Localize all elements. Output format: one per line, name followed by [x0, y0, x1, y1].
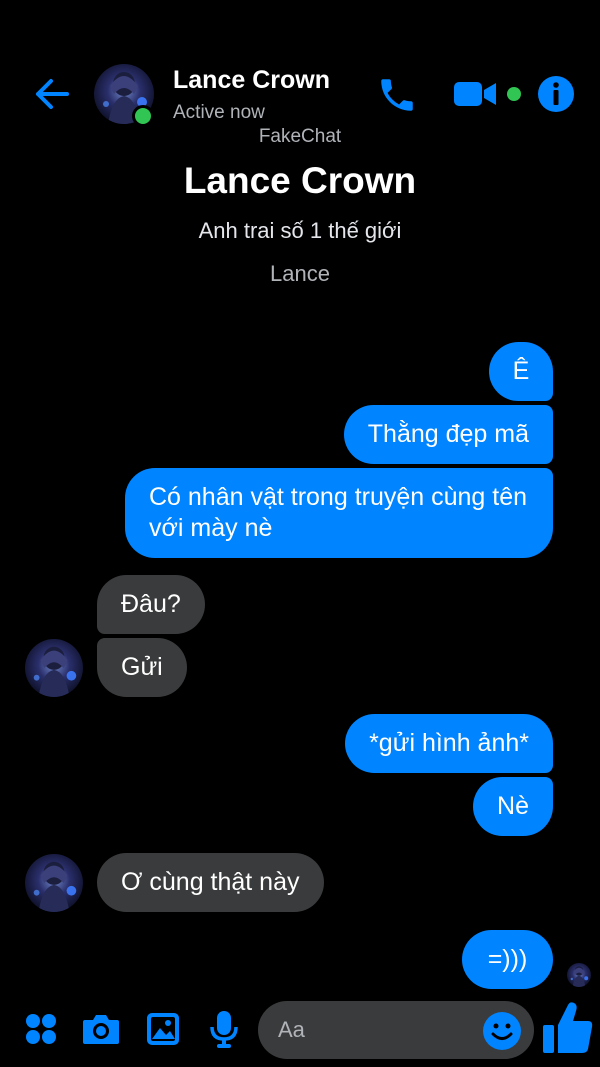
online-indicator — [132, 105, 154, 127]
back-button[interactable] — [30, 74, 74, 114]
outgoing-message[interactable]: =))) — [462, 930, 553, 989]
incoming-message[interactable]: Đâu? — [97, 575, 205, 634]
message-composer: Aa — [0, 995, 600, 1067]
apps-button[interactable] — [19, 1003, 63, 1055]
arrow-left-icon — [36, 79, 69, 109]
info-button[interactable] — [536, 74, 576, 114]
message-input[interactable]: Aa — [258, 1001, 534, 1059]
info-icon — [538, 76, 574, 112]
outgoing-message[interactable]: Thằng đẹp mã — [343, 405, 553, 464]
message-input-placeholder: Aa — [278, 1017, 305, 1042]
video-online-indicator — [507, 87, 521, 101]
audio-call-button[interactable] — [374, 72, 420, 118]
outgoing-message[interactable]: *gửi hình ảnh* — [345, 714, 553, 773]
camera-icon — [83, 1015, 119, 1044]
emoji-button[interactable] — [482, 1011, 522, 1051]
image-icon — [147, 1013, 179, 1045]
video-camera-icon — [454, 82, 496, 106]
thumbs-up-icon — [543, 1002, 593, 1053]
intro-nickname: Lance — [270, 261, 330, 286]
watermark-text: FakeChat — [258, 126, 342, 147]
sender-avatar[interactable] — [25, 854, 83, 912]
seen-indicator-avatar — [567, 963, 591, 987]
smiley-icon — [483, 1012, 521, 1050]
camera-button[interactable] — [79, 1003, 123, 1055]
incoming-message[interactable]: Ơ cùng thật này — [97, 853, 324, 912]
outgoing-message[interactable]: Có nhân vật trong truyện cùng tên với mà… — [125, 468, 553, 558]
four-dots-icon — [26, 1014, 56, 1044]
intro-contact-name: Lance Crown — [183, 160, 417, 201]
video-call-button[interactable] — [452, 74, 522, 114]
like-button[interactable] — [540, 999, 596, 1057]
phone-icon — [381, 79, 413, 111]
microphone-icon — [210, 1011, 238, 1048]
incoming-message[interactable]: Gửi — [97, 638, 187, 697]
intro-bio: Anh trai số 1 thế giới — [198, 218, 402, 243]
sender-avatar[interactable] — [25, 639, 83, 697]
outgoing-message[interactable]: Ê — [489, 342, 553, 401]
gallery-button[interactable] — [141, 1003, 185, 1055]
voice-message-button[interactable] — [202, 1003, 246, 1055]
contact-name[interactable]: Lance Crown — [173, 66, 330, 95]
outgoing-message[interactable]: Nè — [473, 777, 553, 836]
active-status: Active now — [173, 102, 265, 123]
